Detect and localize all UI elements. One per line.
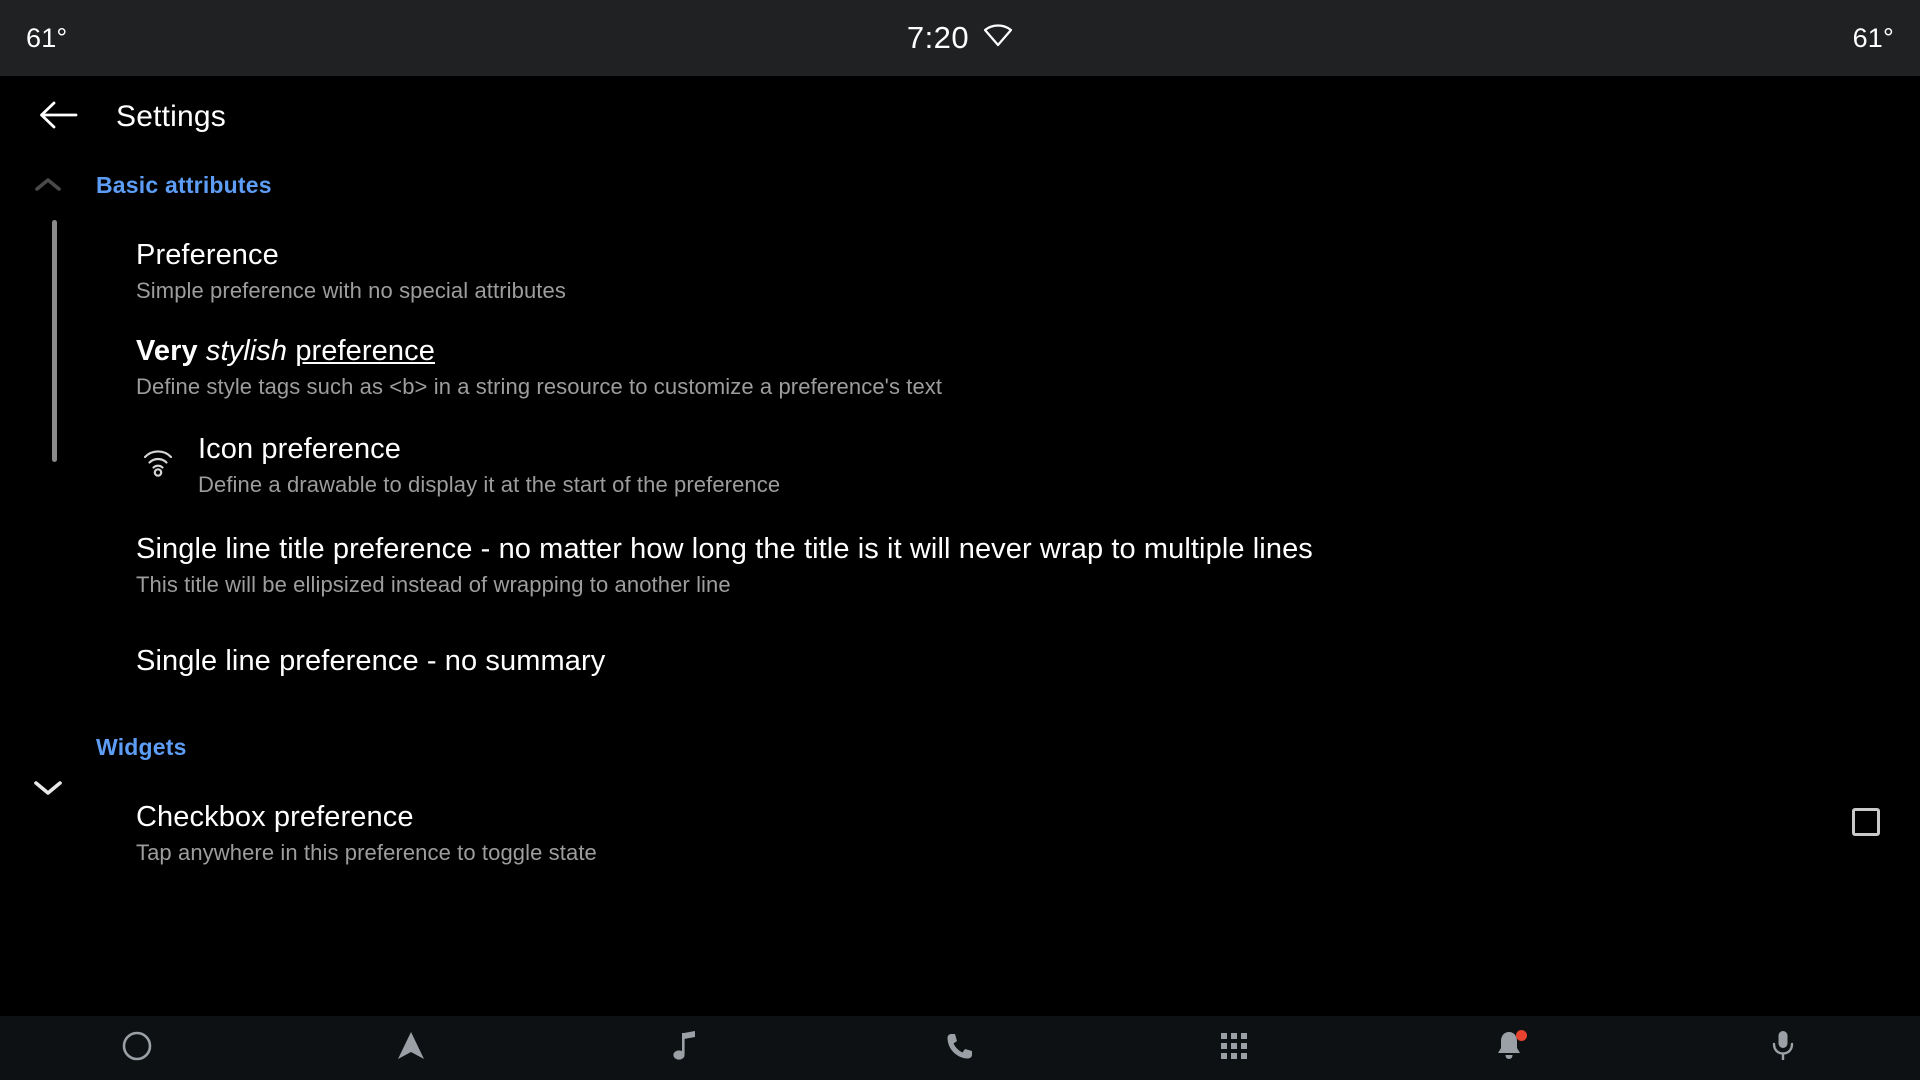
preference-row-no-summary[interactable]: Single line preference - no summary [0,642,1920,680]
preference-summary: Tap anywhere in this preference to toggl… [136,840,597,865]
scroll-down-button[interactable] [0,776,96,803]
status-bar: 61° 7:20 61° [0,0,1920,76]
preference-row-checkbox[interactable]: Checkbox preference Tap anywhere in this… [0,798,1920,868]
apps-grid-icon [1219,1031,1249,1066]
preference-title: Single line title preference - no matter… [136,533,1313,565]
category-header-widgets[interactable]: Widgets [0,718,1920,776]
preference-title-underline: preference [295,335,435,367]
app-bar: Settings [0,76,1920,158]
category-label: Basic attributes [96,171,272,198]
status-clock: 7:20 [906,20,970,55]
wifi-icon [983,23,1013,54]
status-center: 7:20 [146,20,1774,56]
category-label: Widgets [96,733,187,760]
page-title: Settings [116,100,226,133]
nav-media-button[interactable] [549,1016,823,1080]
music-note-icon [671,1029,701,1068]
phone-icon [944,1030,976,1067]
nav-home-button[interactable] [0,1016,274,1080]
back-button[interactable] [22,81,94,153]
preference-row-stylish[interactable]: Very stylish preference Define style tag… [0,332,1920,402]
preference-summary: This title will be ellipsized instead of… [136,572,731,597]
preference-title: Checkbox preference [136,801,414,833]
nav-phone-button[interactable] [823,1016,1097,1080]
home-circle-icon [120,1029,154,1068]
preference-text: Preference Simple preference with no spe… [136,236,1880,306]
wifi-icon [136,438,180,482]
status-temp-right: 61° [1852,22,1894,53]
preference-summary: Define style tags such as <b> in a strin… [136,374,943,399]
preference-title: Very stylish preference [136,332,1880,370]
nav-navigation-button[interactable] [274,1016,548,1080]
preference-title: Single line preference - no summary [136,645,606,677]
preference-title-bold: Very [136,335,198,367]
preference-text: Icon preference Define a drawable to dis… [198,430,1880,500]
chevron-up-icon[interactable] [0,175,96,195]
preference-text: Single line title preference - no matter… [136,530,1880,600]
preference-row-single-line-title[interactable]: Single line title preference - no matter… [0,530,1920,600]
preference-title: Preference [136,239,279,271]
preference-text: Very stylish preference Define style tag… [136,332,1880,402]
preference-row[interactable]: Preference Simple preference with no spe… [0,236,1920,306]
preference-text: Single line preference - no summary [136,642,1880,680]
chevron-down-icon [31,776,65,803]
settings-list[interactable]: Basic attributes Preference Simple prefe… [0,158,1920,1016]
preference-title-italic: stylish [205,335,288,367]
preference-summary: Simple preference with no special attrib… [136,278,566,303]
preference-text: Checkbox preference Tap anywhere in this… [136,798,1852,868]
bottom-nav-bar [0,1016,1920,1080]
nav-apps-button[interactable] [1097,1016,1371,1080]
checkbox-preference-widget[interactable] [1852,808,1880,836]
status-temp-left: 61° [26,22,68,53]
preference-summary: Define a drawable to display it at the s… [198,472,781,497]
preference-title: Icon preference [198,433,402,465]
navigation-arrow-icon [394,1029,428,1068]
notification-badge [1516,1030,1528,1041]
nav-notifications-button[interactable] [1371,1016,1645,1080]
preference-row-icon[interactable]: Icon preference Define a drawable to dis… [0,430,1920,500]
back-arrow-icon [38,98,78,137]
category-header-basic-attributes[interactable]: Basic attributes [0,158,1920,214]
microphone-icon [1770,1029,1796,1068]
nav-assistant-button[interactable] [1646,1016,1920,1080]
